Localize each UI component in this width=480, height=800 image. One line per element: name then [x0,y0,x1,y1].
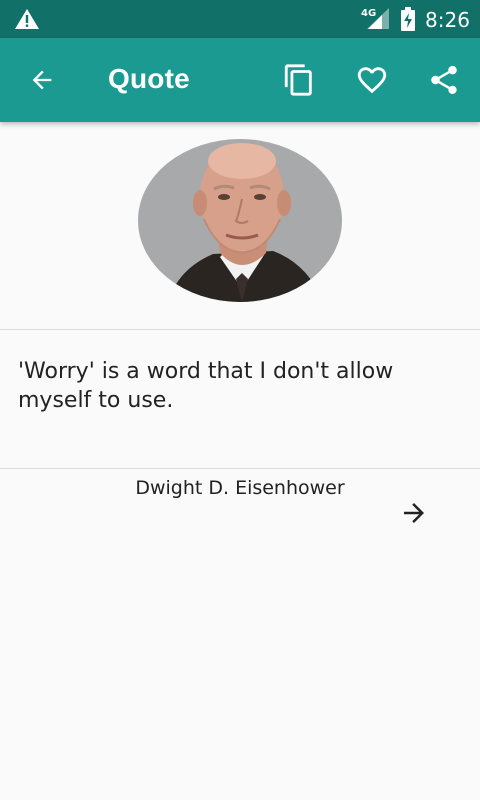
copy-button[interactable] [281,62,317,98]
share-button[interactable] [426,62,462,98]
divider-top [0,329,480,330]
page-title: Quote [108,63,190,94]
back-button[interactable] [24,62,60,98]
favorite-button[interactable] [354,62,390,98]
divider-bottom [0,468,480,469]
warning-icon [15,9,39,29]
quote-author: Dwight D. Eisenhower [135,477,345,499]
share-icon [431,65,457,95]
app-bar: Quote [0,38,480,122]
quote-text: 'Worry' is a word that I don't allow mys… [18,359,394,413]
status-time: 8:26 [425,8,470,32]
status-bar: 4G 8:26 [0,0,480,38]
author-portrait [138,139,342,302]
battery-charging-icon [401,7,415,31]
back-arrow-icon [32,70,52,90]
signal-icon [367,8,389,29]
heart-icon [357,67,387,94]
arrow-forward-icon [404,503,424,523]
next-quote-button[interactable] [398,498,430,528]
portrait-image [138,139,342,302]
copy-icon [284,64,312,96]
